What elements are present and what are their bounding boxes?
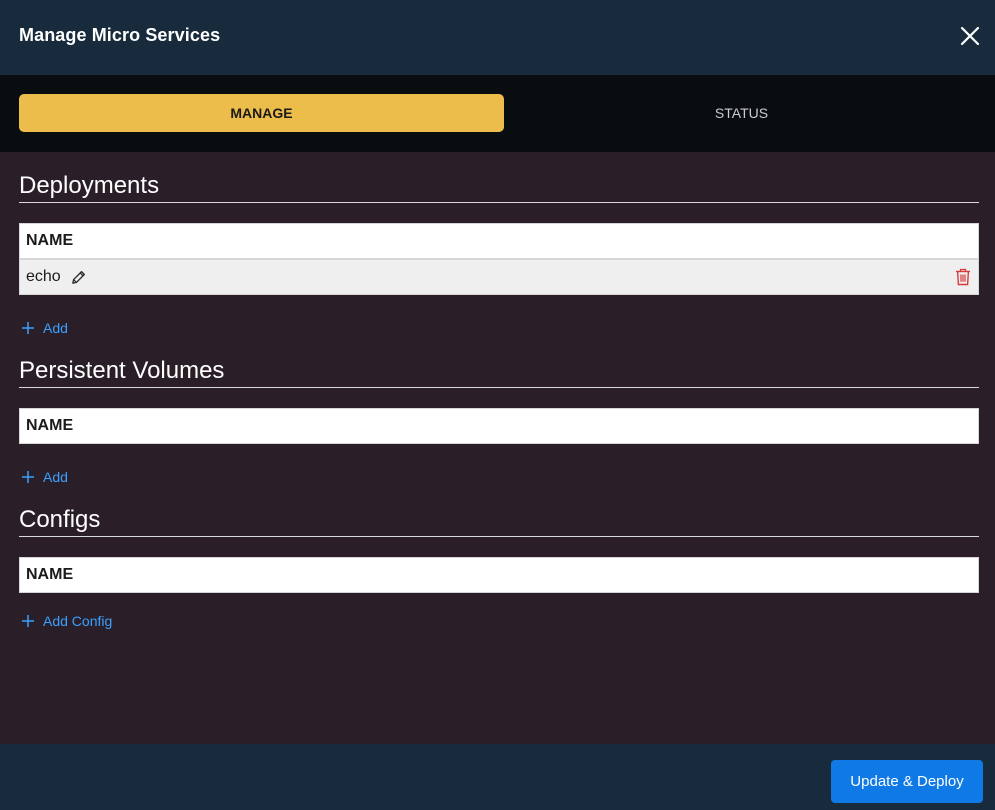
deployment-name: echo — [26, 268, 61, 285]
divider — [19, 202, 979, 203]
name-column-header: NAME — [26, 417, 74, 434]
deployments-heading: Deployments — [19, 172, 160, 199]
modal-footer: Update & Deploy — [0, 744, 995, 810]
plus-icon — [22, 615, 34, 627]
persistent-volumes-table: NAME — [19, 408, 979, 444]
divider — [19, 387, 979, 388]
add-config-label: Add Config — [43, 613, 113, 629]
modal-title: Manage Micro Services — [19, 25, 221, 45]
configs-table: NAME — [19, 557, 979, 593]
pencil-icon[interactable] — [70, 269, 87, 286]
add-deployment-label: Add — [43, 320, 68, 336]
update-deploy-button[interactable]: Update & Deploy — [831, 760, 983, 803]
add-config-button[interactable]: Add Config — [21, 613, 112, 629]
configs-heading: Configs — [19, 506, 101, 533]
tab-manage[interactable]: MANAGE — [19, 94, 504, 132]
deployments-table: NAME echo — [19, 223, 979, 295]
add-deployment-button[interactable]: Add — [21, 320, 68, 336]
modal-header: Manage Micro Services — [0, 0, 995, 75]
add-volume-label: Add — [43, 469, 68, 485]
tab-bar: MANAGE STATUS — [0, 75, 995, 152]
divider — [19, 536, 979, 537]
plus-icon — [22, 471, 34, 483]
tab-status[interactable]: STATUS — [499, 94, 984, 132]
name-column-header: NAME — [26, 566, 74, 583]
close-icon[interactable] — [957, 23, 983, 49]
plus-icon — [22, 322, 34, 334]
name-column-header: NAME — [26, 232, 74, 249]
manage-micro-services-modal: Manage Micro Services MANAGE STATUS Depl… — [0, 0, 995, 810]
persistent-volumes-heading: Persistent Volumes — [19, 357, 225, 384]
trash-icon[interactable] — [955, 268, 971, 286]
add-volume-button[interactable]: Add — [21, 469, 68, 485]
table-row: echo — [20, 258, 978, 294]
